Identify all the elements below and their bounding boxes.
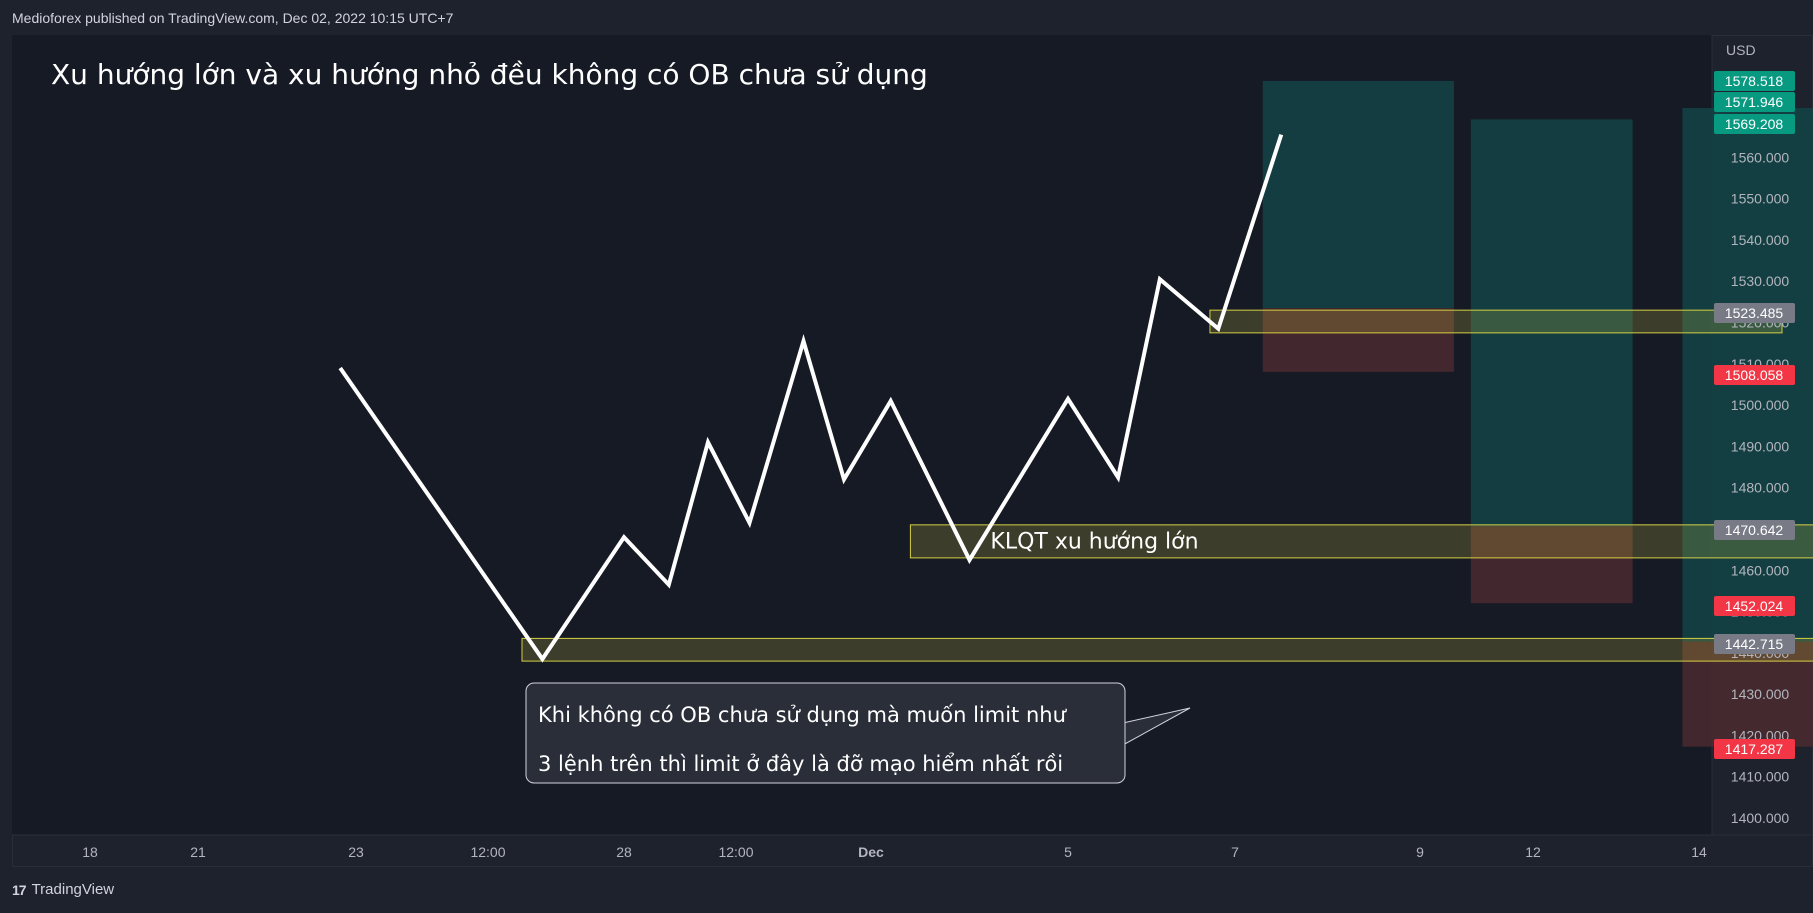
x-tick-label: 12 xyxy=(1525,844,1541,860)
zone-label-1: KLQT xu hướng lớn xyxy=(990,529,1198,554)
price-badge-label: 1417.287 xyxy=(1725,741,1784,757)
x-tick-label: 28 xyxy=(616,844,632,860)
x-tick-label: 21 xyxy=(190,844,206,860)
y-tick-label: 1500.000 xyxy=(1731,397,1790,413)
callout-line: Khi không có OB chưa sử dụng mà muốn lim… xyxy=(538,703,1068,727)
price-badge-label: 1569.208 xyxy=(1725,116,1784,132)
price-badge-label: 1470.642 xyxy=(1725,522,1784,538)
x-tick-label: Dec xyxy=(858,844,884,860)
y-tick-label: 1430.000 xyxy=(1731,686,1790,702)
y-tick-label: 1460.000 xyxy=(1731,562,1790,578)
price-badge-label: 1508.058 xyxy=(1725,367,1784,383)
x-tick-label: 12:00 xyxy=(470,844,505,860)
footer-brand[interactable]: 17 TradingView xyxy=(12,881,114,898)
price-badge-label: 1571.946 xyxy=(1725,94,1784,110)
price-badge-label: 1452.024 xyxy=(1725,598,1784,614)
y-tick-label: 1560.000 xyxy=(1731,149,1790,165)
zone-box-0[interactable] xyxy=(1209,309,1783,334)
x-tick-label: 18 xyxy=(82,844,98,860)
y-tick-label: 1540.000 xyxy=(1731,232,1790,248)
y-tick-label: 1480.000 xyxy=(1731,480,1790,496)
y-tick-label: 1550.000 xyxy=(1731,191,1790,207)
price-badge-label: 1578.518 xyxy=(1725,73,1784,89)
price-badge-label: 1523.485 xyxy=(1725,305,1784,321)
y-tick-label: 1410.000 xyxy=(1731,769,1790,785)
price-badge-label: 1442.715 xyxy=(1725,636,1784,652)
x-tick-label: 5 xyxy=(1064,844,1072,860)
x-tick-label: 7 xyxy=(1231,844,1239,860)
position-0-profit-zone[interactable] xyxy=(1262,80,1454,309)
callout-line: 3 lệnh trên thì limit ở đây là đỡ mạo hi… xyxy=(538,752,1063,776)
x-tick-label: 9 xyxy=(1416,844,1424,860)
y-tick-label: 1400.000 xyxy=(1731,810,1790,826)
x-tick-label: 14 xyxy=(1691,844,1707,860)
x-tick-label: 12:00 xyxy=(718,844,753,860)
chart-title: Xu hướng lớn và xu hướng nhỏ đều không c… xyxy=(51,58,928,91)
y-tick-label: 1530.000 xyxy=(1731,273,1790,289)
tradingview-logo-icon: 17 xyxy=(12,881,27,898)
brand-name: TradingView xyxy=(31,881,115,898)
currency-label: USD xyxy=(1726,42,1756,58)
chart-canvas[interactable]: KLQT xu hướng lớn Xu hướng lớn và xu hướn… xyxy=(0,0,1813,913)
y-tick-label: 1490.000 xyxy=(1731,438,1790,454)
x-tick-label: 23 xyxy=(348,844,364,860)
zone-box-2[interactable] xyxy=(521,637,1813,662)
